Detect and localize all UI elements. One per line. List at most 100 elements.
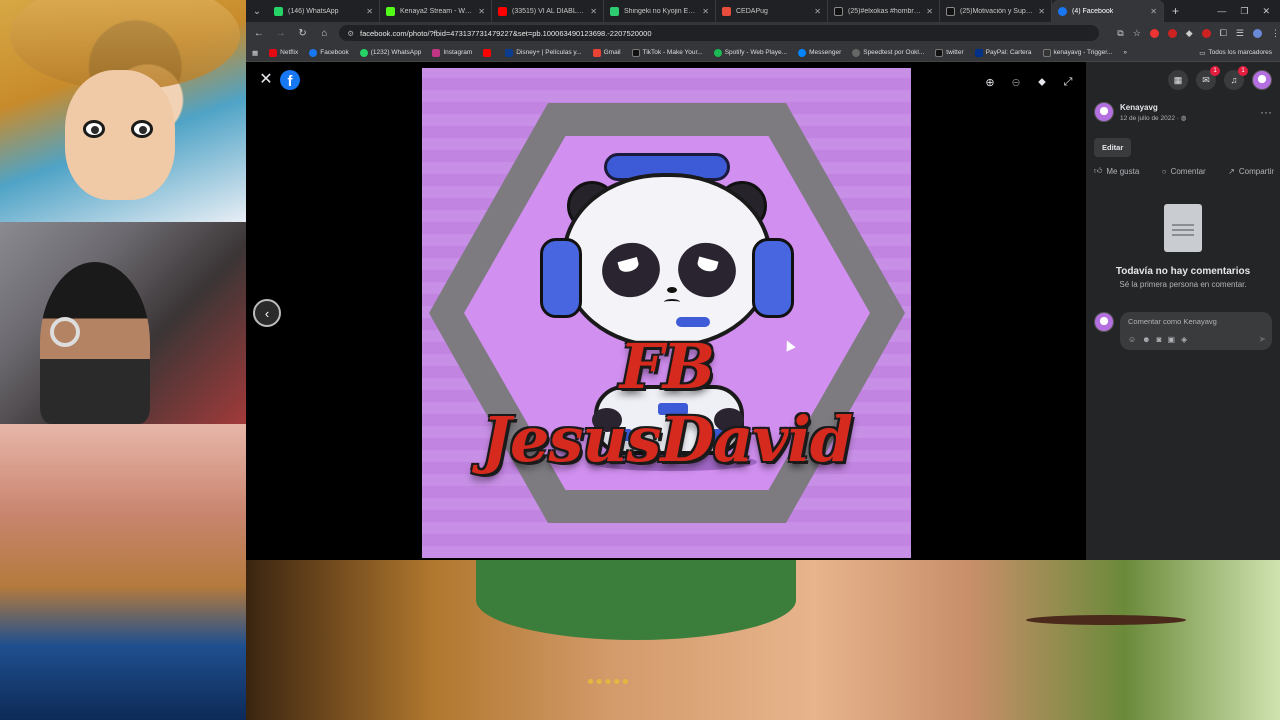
tab-cedapug[interactable]: CEDAPug ✕	[716, 0, 828, 22]
tab-search-button[interactable]: ⌄	[246, 0, 268, 22]
bookmark-tiktok[interactable]: TikTok - Make Your...	[631, 48, 703, 57]
bookmark-label: Todos los marcadores	[1208, 49, 1272, 56]
tag-icon[interactable]: ⬥	[1034, 74, 1050, 90]
forward-icon[interactable]: →	[274, 28, 288, 39]
tab-shingeki[interactable]: Shingeki no Kyojin Episo ✕	[604, 0, 716, 22]
toolbar-extensions: ⧉ ☆ ◆ ⧠ ☰ ⋮	[1117, 28, 1280, 39]
bookmark-speedtest[interactable]: Speedtest por Ookl...	[852, 48, 925, 57]
bookmark-messenger[interactable]: Messenger	[798, 48, 842, 57]
empty-comments-state: Todavía no hay comentarios Sé la primera…	[1086, 204, 1280, 289]
all-bookmarks-folder[interactable]: ▭ Todos los marcadores	[1199, 49, 1280, 57]
author-name[interactable]: Kenayavg	[1120, 103, 1186, 112]
tab-close-icon[interactable]: ✕	[366, 7, 373, 16]
reload-icon[interactable]: ↻	[296, 28, 310, 39]
tab-tiktok-2[interactable]: (25)Motivación y Supera ✕	[940, 0, 1052, 22]
bookmark-label: twitter	[946, 49, 964, 56]
comment-button[interactable]: ○ Comentar	[1162, 166, 1206, 176]
comment-bubble-icon: ○	[1161, 166, 1167, 176]
tab-whatsapp[interactable]: (146) WhatsApp ✕	[268, 0, 380, 22]
tab-facebook[interactable]: (4) Facebook ✕	[1052, 0, 1164, 22]
anime-face-art	[65, 70, 175, 200]
gif-icon[interactable]: ▣	[1167, 335, 1175, 344]
zoom-out-icon[interactable]: ⊖	[1008, 74, 1024, 90]
more-options-icon[interactable]: ···	[1260, 105, 1272, 119]
sticker-icon[interactable]: ◈	[1181, 335, 1187, 344]
comment-placeholder: Comentar como Kenayavg	[1128, 317, 1217, 326]
spotify-icon	[713, 48, 722, 57]
eye-art	[131, 120, 153, 138]
close-window-icon[interactable]: ✕	[1262, 6, 1270, 17]
minimize-icon[interactable]: —	[1217, 6, 1226, 17]
camera-icon[interactable]: ◙	[1157, 335, 1162, 344]
back-icon[interactable]: ←	[252, 28, 266, 39]
bookmark-label: Messenger	[809, 49, 842, 56]
bookmark-label: Speedtest por Ookl...	[863, 49, 925, 56]
previous-photo-button[interactable]: ‹	[253, 299, 281, 327]
emoji-icon[interactable]: ☻	[1142, 335, 1150, 344]
zoom-in-icon[interactable]: ⊕	[982, 74, 998, 90]
bookmark-twitter[interactable]: twitter	[935, 48, 964, 57]
bell-icon[interactable]: ♫ 1	[1224, 66, 1248, 90]
tab-close-icon[interactable]: ✕	[702, 7, 709, 16]
site-info-icon[interactable]: ⚙	[347, 29, 354, 38]
green-hair-art	[476, 560, 796, 640]
extension-icon[interactable]	[1149, 28, 1159, 38]
like-label: Me gusta	[1106, 166, 1140, 176]
facebook-logo-icon[interactable]: f	[280, 70, 300, 90]
close-icon[interactable]: ✕	[258, 70, 274, 90]
bookmark-paypal[interactable]: PayPal: Cartera	[974, 48, 1032, 57]
menu-kebab-icon[interactable]: ⋮	[1271, 28, 1280, 39]
account-avatar[interactable]	[1252, 70, 1272, 90]
bookmark-label: Netflix	[280, 49, 299, 56]
post-date-text: 12 de julio de 2022 ·	[1120, 114, 1179, 122]
x-twitter-icon	[935, 48, 944, 57]
apps-grid-icon[interactable]: ▦	[252, 49, 258, 57]
bookmark-whatsapp[interactable]: (1232) WhatsApp	[359, 48, 421, 57]
bookmark-netflix[interactable]: Netflix	[269, 48, 299, 57]
author-avatar[interactable]	[1094, 102, 1114, 122]
tab-close-icon[interactable]: ✕	[1150, 7, 1157, 16]
new-tab-button[interactable]: +	[1164, 4, 1187, 18]
bookmark-star-icon[interactable]: ☆	[1133, 28, 1141, 39]
extension-icon[interactable]	[1201, 28, 1211, 38]
bookmark-youtube[interactable]	[483, 48, 494, 57]
like-button[interactable]: 👍︎ Me gusta	[1094, 166, 1139, 176]
maximize-icon[interactable]: ❐	[1240, 6, 1248, 17]
home-icon[interactable]: ⌂	[317, 28, 331, 39]
menu-grid-icon[interactable]: ▦	[1168, 70, 1188, 90]
tab-close-icon[interactable]: ✕	[1038, 7, 1045, 16]
extensions-puzzle-icon[interactable]: ⧠	[1220, 28, 1227, 39]
media-icon[interactable]: ☰	[1236, 28, 1244, 39]
url-input[interactable]: ⚙ facebook.com/photo/?fbid=4731377314792…	[339, 25, 1100, 41]
tab-tiktok-1[interactable]: (25)#elxokas #hombres # ✕	[828, 0, 940, 22]
webcam-feed	[0, 222, 246, 424]
install-app-icon[interactable]: ⧉	[1117, 28, 1123, 39]
send-icon[interactable]: ➤	[1258, 334, 1266, 345]
bookmark-disney[interactable]: Disney+ | Películas y...	[505, 48, 582, 57]
extension-icon[interactable]: ◆	[1186, 28, 1193, 39]
extension-icon[interactable]	[1167, 28, 1177, 38]
messenger-icon[interactable]: ✉ 1	[1196, 66, 1220, 90]
tab-close-icon[interactable]: ✕	[814, 7, 821, 16]
bookmark-trigger[interactable]: kenayavg - Trigger...	[1042, 48, 1112, 57]
tab-close-icon[interactable]: ✕	[478, 7, 485, 16]
bookmark-facebook[interactable]: Facebook	[309, 48, 349, 57]
tab-label: (4) Facebook	[1072, 7, 1114, 15]
tab-close-icon[interactable]: ✕	[926, 7, 933, 16]
comment-input[interactable]: Comentar como Kenayavg ☺ ☻ ◙ ▣ ◈ ➤	[1120, 312, 1272, 350]
tab-kick-stream[interactable]: Kenaya2 Stream - Watch ✕	[380, 0, 492, 22]
bookmark-gmail[interactable]: Gmail	[592, 48, 621, 57]
bookmark-instagram[interactable]: Instagram	[432, 48, 472, 57]
edit-button[interactable]: Editar	[1094, 138, 1132, 157]
profile-icon[interactable]	[1252, 28, 1262, 38]
post-date[interactable]: 12 de julio de 2022 · ◍	[1120, 114, 1186, 122]
paypal-icon	[974, 48, 983, 57]
bookmarks-overflow-icon[interactable]: »	[1123, 49, 1127, 56]
tab-close-icon[interactable]: ✕	[590, 7, 597, 16]
post-actions: 👍︎ Me gusta ○ Comentar ↗ Compartir	[1094, 166, 1274, 176]
bookmark-spotify[interactable]: Spotify - Web Playe...	[713, 48, 787, 57]
fullscreen-icon[interactable]: ⤢	[1060, 74, 1076, 90]
avatar-sticker-icon[interactable]: ☺	[1128, 335, 1136, 344]
share-button[interactable]: ↗ Compartir	[1228, 166, 1274, 176]
tab-youtube[interactable]: (33515) VI AL DIABLO... ✕	[492, 0, 604, 22]
